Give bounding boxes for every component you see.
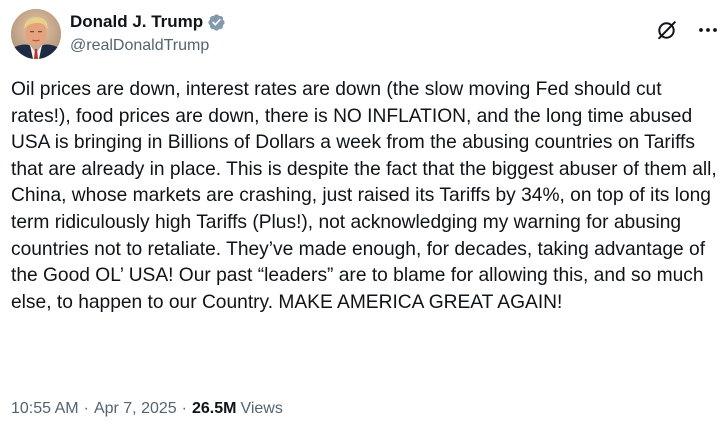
display-name-row: Donald J. Trump [70,11,226,33]
meta-separator: · [83,400,89,417]
author-handle[interactable]: @realDonaldTrump [70,37,226,55]
more-icon[interactable] [695,18,721,42]
views-count[interactable]: 26.5M [192,400,236,418]
post-time[interactable]: 10:55 AM [11,400,79,418]
meta-separator: · [181,400,187,417]
avatar[interactable] [11,9,61,59]
author-names: Donald J. Trump @realDonaldTrump [70,11,226,55]
display-name[interactable]: Donald J. Trump [70,12,203,32]
views-label: Views [240,400,283,417]
tweet-card: Donald J. Trump @realDonaldTrump Oil pri… [0,0,724,439]
post-meta: 10:55 AM · Apr 7, 2025 · 26.5M Views [11,400,283,418]
grok-icon[interactable] [655,18,679,42]
tweet-header: Donald J. Trump @realDonaldTrump [11,9,717,61]
post-date[interactable]: Apr 7, 2025 [94,400,177,418]
verified-badge-icon[interactable] [207,13,226,32]
post-text: Oil prices are down, interest rates are … [11,79,717,313]
